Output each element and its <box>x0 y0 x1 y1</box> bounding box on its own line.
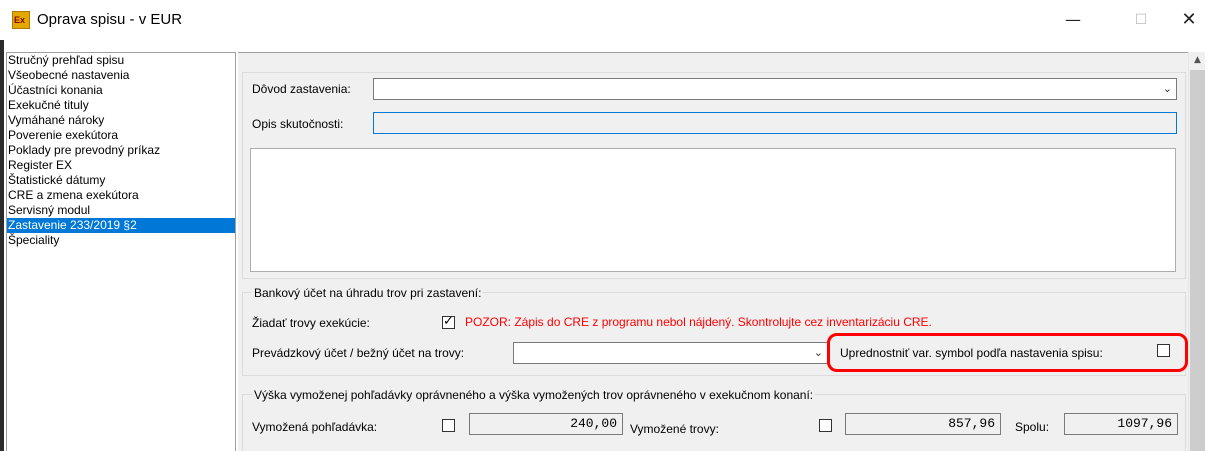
window-title: Oprava spisu - v EUR <box>37 11 183 28</box>
spolu-value: 1097,96 <box>1064 413 1178 435</box>
close-button[interactable]: ✕ <box>1166 6 1212 34</box>
chevron-down-icon: ⌄ <box>1162 82 1172 95</box>
left-border-strip <box>0 40 4 451</box>
dovod-zastavenia-dropdown[interactable]: ⌄ <box>373 78 1177 100</box>
amounts-group-label: Výška vymoženej pohľadávky oprávneného a… <box>252 388 816 402</box>
vymozena-pohladavka-label: Vymožená pohľadávka: <box>252 420 378 434</box>
vymozena-pohladavka-value: 240,00 <box>469 413 623 435</box>
dovod-zastavenia-label: Dôvod zastavenia: <box>252 82 351 96</box>
prevadzkovy-ucet-label: Prevádzkový účet / bežný účet na trovy: <box>252 346 465 360</box>
nav-item-exekucne-tituly[interactable]: Exekučné tituly <box>7 98 235 113</box>
spolu-label: Spolu: <box>1015 420 1050 434</box>
vymozene-trovy-checkbox[interactable] <box>819 419 832 432</box>
ziadat-trovy-checkbox[interactable] <box>442 314 455 329</box>
vymozena-pohladavka-checkbox[interactable] <box>442 419 455 432</box>
cre-warning-text: POZOR: Zápis do CRE z programu nebol náj… <box>465 315 932 329</box>
vymozene-trovy-label: Vymožené trovy: <box>630 422 719 436</box>
prevadzkovy-ucet-dropdown[interactable]: ⌄ <box>513 342 828 364</box>
minimize-button[interactable]: — <box>1050 6 1096 34</box>
maximize-button[interactable]: ☐ <box>1118 6 1164 34</box>
nav-item-vymahane-naroky[interactable]: Vymáhané nároky <box>7 113 235 128</box>
opis-skutocnosti-field <box>373 112 1177 134</box>
nav-item-poklady-prevodny-prikaz[interactable]: Poklady pre prevodný príkaz <box>7 143 235 158</box>
section-list[interactable]: Stručný prehľad spisu Všeobecné nastaven… <box>6 52 236 451</box>
app-icon-label: Ex <box>14 15 26 25</box>
vertical-scrollbar[interactable]: ▲ <box>1188 52 1205 451</box>
highlight-annotation <box>827 333 1188 372</box>
ziadat-trovy-label: Žiadať trovy exekúcie: <box>252 316 370 330</box>
nav-item-servisny-modul[interactable]: Servisný modul <box>7 203 235 218</box>
bank-account-group-label: Bankový účet na úhradu trov pri zastaven… <box>252 286 484 300</box>
vymozene-trovy-value: 857,96 <box>845 413 1001 435</box>
scroll-thumb[interactable] <box>1190 70 1205 451</box>
chevron-down-icon: ⌄ <box>813 346 823 359</box>
app-icon: Ex <box>12 11 30 29</box>
nav-item-ucastnici-konania[interactable]: Účastníci konania <box>7 83 235 98</box>
title-bar: Ex Oprava spisu - v EUR — ☐ ✕ <box>0 0 1222 40</box>
nav-item-poverenie-exekutora[interactable]: Poverenie exekútora <box>7 128 235 143</box>
nav-item-zastavenie[interactable]: Zastavenie 233/2019 §2 <box>7 218 235 233</box>
nav-item-speciality[interactable]: Špeciality <box>7 233 235 248</box>
nav-item-register-ex[interactable]: Register EX <box>7 158 235 173</box>
nav-item-vseobecne-nastavenia[interactable]: Všeobecné nastavenia <box>7 68 235 83</box>
opis-skutocnosti-label: Opis skutočnosti: <box>252 117 344 131</box>
nav-item-strucny-prehlad[interactable]: Stručný prehľad spisu <box>7 53 235 68</box>
nav-item-cre-zmena-exekutora[interactable]: CRE a zmena exekútora <box>7 188 235 203</box>
scroll-up-icon[interactable]: ▲ <box>1189 52 1206 69</box>
nav-item-statisticke-datumy[interactable]: Štatistické dátumy <box>7 173 235 188</box>
opis-memo[interactable] <box>250 148 1176 272</box>
